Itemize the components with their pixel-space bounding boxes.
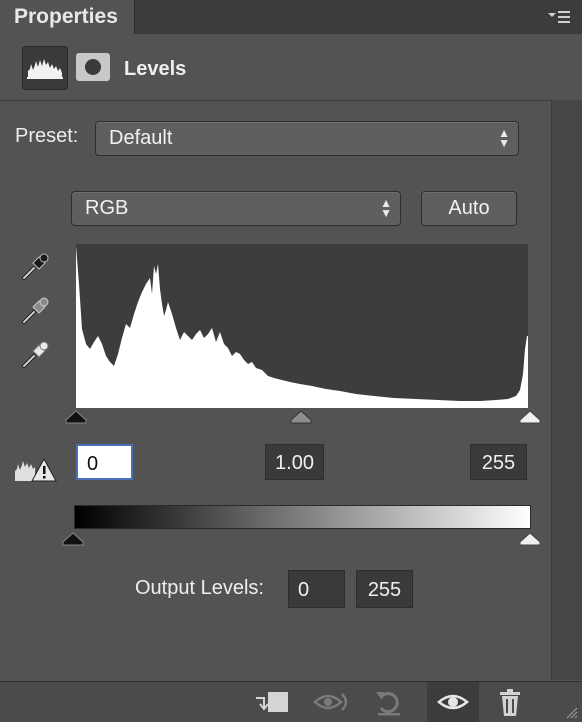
dropdown-arrows-icon: ▲ ▼ (380, 196, 392, 220)
black-point-eyedropper-icon[interactable] (18, 250, 52, 284)
dropdown-arrows-icon: ▲ ▼ (498, 126, 510, 150)
clip-to-layer-icon[interactable] (252, 686, 292, 718)
resize-grip-icon[interactable] (564, 705, 578, 719)
gray-point-eyedropper-icon[interactable] (18, 294, 52, 328)
levels-histogram-icon[interactable] (22, 46, 68, 90)
properties-tab-label: Properties (14, 5, 118, 28)
output-white-handle[interactable] (519, 532, 541, 546)
layer-mask-icon[interactable] (76, 53, 110, 81)
delete-trash-icon[interactable] (490, 686, 530, 718)
output-levels-label: Output Levels: (135, 577, 264, 599)
panel-scrollbar[interactable] (551, 100, 582, 680)
properties-tab[interactable]: Properties (0, 0, 135, 34)
clipping-warning-icon[interactable] (14, 455, 58, 485)
preset-label: Preset: (15, 125, 79, 147)
input-black-handle[interactable] (65, 410, 87, 424)
channel-value: RGB (85, 197, 129, 219)
input-black-field[interactable]: 0 (76, 444, 133, 480)
output-black-field[interactable]: 0 (288, 570, 345, 608)
levels-title: Levels (124, 58, 187, 80)
output-white-field[interactable]: 255 (356, 570, 413, 608)
bottom-toolbar (0, 681, 582, 722)
auto-button[interactable]: Auto (421, 191, 517, 226)
panel-menu-icon[interactable] (546, 8, 572, 26)
panel-tab-bar: Properties (0, 0, 582, 34)
histogram (76, 244, 528, 408)
white-point-eyedropper-icon[interactable] (18, 338, 52, 372)
view-previous-state-icon[interactable] (312, 686, 352, 718)
output-gradient-bar (74, 505, 531, 529)
reset-icon[interactable] (370, 686, 410, 718)
input-white-field[interactable]: 255 (470, 444, 527, 480)
preset-dropdown[interactable]: Default ▲ ▼ (95, 121, 519, 156)
visibility-toggle-button[interactable] (427, 682, 479, 722)
channel-dropdown[interactable]: RGB ▲ ▼ (71, 191, 401, 226)
input-gamma-handle[interactable] (290, 410, 312, 424)
preset-value: Default (109, 127, 173, 149)
input-gamma-field[interactable]: 1.00 (265, 444, 324, 480)
output-black-handle[interactable] (62, 532, 84, 546)
visibility-eye-icon (437, 694, 469, 710)
input-white-handle[interactable] (519, 410, 541, 424)
